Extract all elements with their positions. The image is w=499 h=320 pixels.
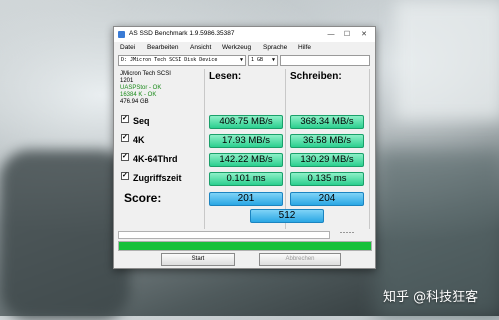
drive-alignment-status: 16384 K - OK: [120, 92, 157, 98]
as-ssd-window: AS SSD Benchmark 1.9.5986.35387 — ☐ ✕ Da…: [113, 26, 376, 269]
menu-datei[interactable]: Datei: [120, 44, 135, 51]
toolbar: D: JMicron Tech SCSI Disk Device ▼ 1 GB …: [114, 55, 375, 67]
seq-write-result: 368.34 MB/s: [290, 115, 364, 129]
seq-read-result: 408.75 MB/s: [209, 115, 283, 129]
background-blur-top-right: [395, 0, 499, 120]
zugriffszeit-write-result: 0.135 ms: [290, 172, 364, 186]
watermark: 知乎 @科技狂客: [383, 290, 479, 305]
title-bar: AS SSD Benchmark 1.9.5986.35387 — ☐ ✕: [114, 27, 375, 42]
size-select-value: 1 GB: [251, 57, 264, 63]
zugriffszeit-read-result: 0.101 ms: [209, 172, 283, 186]
start-button[interactable]: Start: [161, 253, 235, 266]
test-label-seq: Seq: [133, 116, 150, 126]
drive-capacity: 476.94 GB: [120, 99, 149, 105]
menu-sprache[interactable]: Sprache: [263, 44, 287, 51]
size-select[interactable]: 1 GB ▼: [248, 55, 278, 66]
column-divider: [369, 69, 370, 229]
menu-werkzeug[interactable]: Werkzeug: [222, 44, 251, 51]
window-title: AS SSD Benchmark 1.9.5986.35387: [129, 30, 235, 37]
menu-bearbeiten[interactable]: Bearbeiten: [147, 44, 178, 51]
seq-checkbox[interactable]: [121, 113, 129, 125]
drive-select-value: D: JMicron Tech SCSI Disk Device: [121, 57, 218, 63]
zugriffszeit-checkbox[interactable]: [121, 170, 129, 182]
test-label-4k: 4K: [133, 135, 145, 145]
write-column-header: Schreiben:: [290, 71, 342, 82]
blank-field[interactable]: [280, 55, 370, 66]
drive-info: JMicron Tech SCSI 1201 UASPStor - OK 163…: [120, 71, 204, 106]
menu-hilfe[interactable]: Hilfe: [298, 44, 311, 51]
4k-write-result: 36.58 MB/s: [290, 134, 364, 148]
4k-64thrd-checkbox[interactable]: [121, 151, 129, 163]
test-label-zugriffszeit: Zugriffszeit: [133, 173, 182, 183]
maximize-button[interactable]: ☐: [340, 29, 354, 40]
drive-firmware: 1201: [120, 78, 134, 84]
write-score: 204: [290, 192, 364, 206]
menu-ansicht[interactable]: Ansicht: [190, 44, 211, 51]
sub-progress-bar: [118, 231, 330, 239]
4k-64thrd-write-result: 130.29 MB/s: [290, 153, 364, 167]
app-icon: [118, 31, 125, 38]
4k-read-result: 17.93 MB/s: [209, 134, 283, 148]
minimize-button[interactable]: —: [324, 29, 338, 40]
drive-select[interactable]: D: JMicron Tech SCSI Disk Device ▼: [118, 55, 246, 66]
test-row-zugriffszeit[interactable]: Zugriffszeit: [121, 170, 182, 184]
progress-bar: [118, 241, 372, 251]
chevron-down-icon: ▼: [239, 57, 243, 63]
drive-name: JMicron Tech SCSI: [120, 71, 171, 77]
close-button[interactable]: ✕: [357, 29, 371, 40]
menu-bar: Datei Bearbeiten Ansicht Werkzeug Sprach…: [114, 43, 375, 54]
background-blur-left: [0, 150, 130, 320]
test-label-4k-64thrd: 4K-64Thrd: [133, 154, 178, 164]
read-column-header: Lesen:: [209, 71, 242, 82]
test-row-seq[interactable]: Seq: [121, 113, 150, 127]
elapsed-time: -----: [340, 230, 355, 236]
progress-bar-fill: [119, 242, 371, 250]
column-divider: [285, 69, 286, 229]
test-row-4k-64thrd[interactable]: 4K-64Thrd: [121, 151, 178, 165]
test-row-4k[interactable]: 4K: [121, 132, 145, 146]
read-score: 201: [209, 192, 283, 206]
chevron-down-icon: ▼: [271, 57, 275, 63]
abort-button[interactable]: Abbrechen: [259, 253, 341, 266]
column-divider: [204, 69, 205, 229]
total-score: 512: [250, 209, 324, 223]
drive-driver-status: UASPStor - OK: [120, 85, 162, 91]
4k-64thrd-read-result: 142.22 MB/s: [209, 153, 283, 167]
score-label: Score:: [124, 191, 162, 205]
4k-checkbox[interactable]: [121, 132, 129, 144]
